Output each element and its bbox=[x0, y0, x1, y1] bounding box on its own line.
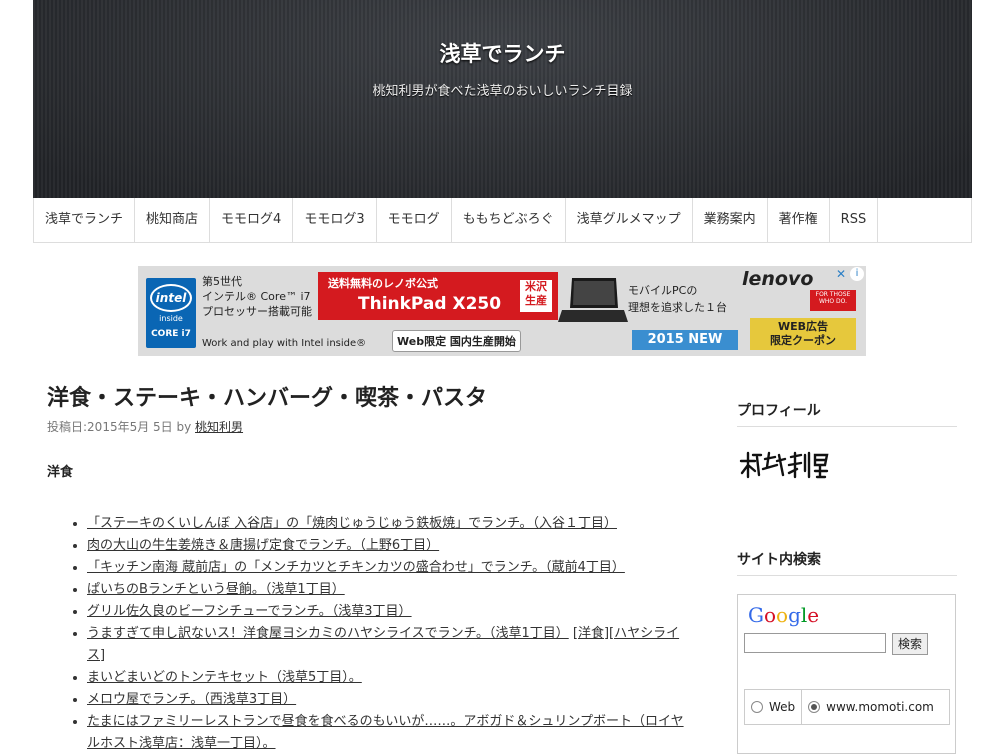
list-item: まいどまいどのトンテキセット（浅草5丁目）。 bbox=[87, 667, 687, 689]
nav-item-copyright[interactable]: 著作権 bbox=[768, 198, 830, 242]
post-meta: 投稿日:2015年5月 5日 by 桃知利男 bbox=[47, 418, 687, 435]
entry-link[interactable]: 肉の大山の牛生姜焼き＆唐揚げ定食でランチ。（上野6丁目） bbox=[87, 538, 439, 553]
post-title: 洋食・ステーキ・ハンバーグ・喫茶・パスタ bbox=[47, 386, 488, 411]
entry-link[interactable]: うますぎて申し訳ないス！洋食屋ヨシカミのハヤシライスでランチ。（浅草1丁目） bbox=[87, 626, 569, 641]
search-input[interactable] bbox=[744, 633, 886, 653]
intel-line2: インテル® Core™ i7 bbox=[202, 290, 311, 303]
radio-site-label: www.momoti.com bbox=[826, 700, 934, 714]
radio-web[interactable] bbox=[751, 701, 763, 713]
page: 浅草でランチ 桃知利男が食べた浅草のおいしいランチ目録 浅草でランチ 桃知商店 … bbox=[33, 0, 972, 243]
mobile-pc-text: モバイルPCの 理想を追求した１台 bbox=[628, 282, 727, 316]
nav-item-shop[interactable]: 桃知商店 bbox=[135, 198, 211, 242]
mobile-line2: 理想を追求した１台 bbox=[628, 301, 727, 314]
list-item: うますぎて申し訳ないス！洋食屋ヨシカミのハヤシライスでランチ。（浅草1丁目） [… bbox=[87, 623, 687, 667]
intel-logo: intel bbox=[150, 284, 192, 312]
nav-item-momochi-doblog[interactable]: ももちどぶろぐ bbox=[452, 198, 566, 242]
adchoices-icon[interactable]: i bbox=[850, 267, 864, 281]
new-2015-label: 2015 NEW bbox=[632, 330, 738, 350]
entry-link[interactable]: 「キッチン南海 蔵前店」の「メンチカツとチキンカツの盛合わせ」でランチ。（蔵前4… bbox=[87, 560, 625, 575]
entry-link[interactable]: まいどまいどのトンテキセット（浅草5丁目）。 bbox=[87, 670, 362, 685]
nav-item-momolog3[interactable]: モモログ3 bbox=[293, 198, 377, 242]
list-item: ぱいちのBランチという昼餉。（浅草1丁目） bbox=[87, 579, 687, 601]
search-scope: Web www.momoti.com bbox=[744, 689, 950, 725]
entry-link[interactable]: たまにはファミリーレストランで昼食を食べるのもいいが……。アボガド＆シュリンプボ… bbox=[87, 714, 684, 751]
intel-core: CORE i7 bbox=[151, 329, 191, 339]
entry-link[interactable]: 「ステーキのくいしんぼ 入谷店」の「焼肉じゅうじゅう鉄板焼」でランチ。（入谷１丁… bbox=[87, 516, 617, 531]
search-widget: サイト内検索 Google 検索 Web www.momoti.com bbox=[737, 549, 957, 754]
nav-item-lunch[interactable]: 浅草でランチ bbox=[34, 198, 136, 242]
red-line2: ThinkPad X250 bbox=[358, 294, 502, 314]
intel-line1: 第5世代 bbox=[202, 275, 242, 288]
lenovo-logo: lenovo bbox=[742, 268, 814, 290]
entry-link[interactable]: グリル佐久良のビーフシチューでランチ。（浅草3丁目） bbox=[87, 604, 412, 619]
list-item: グリル佐久良のビーフシチューでランチ。（浅草3丁目） bbox=[87, 601, 687, 623]
web-coupon-label: WEB広告 限定クーポン bbox=[750, 318, 856, 350]
ad-close-icon[interactable]: ✕ bbox=[834, 267, 848, 281]
profile-title: プロフィール bbox=[737, 400, 957, 427]
search-button[interactable]: 検索 bbox=[892, 633, 929, 655]
site-title[interactable]: 浅草でランチ bbox=[33, 0, 972, 68]
nav-item-momolog4[interactable]: モモログ4 bbox=[210, 198, 294, 242]
nav-item-momolog[interactable]: モモログ bbox=[377, 198, 452, 242]
intel-line3: プロセッサー搭載可能 bbox=[202, 305, 312, 318]
google-search-box: Google 検索 Web www.momoti.com bbox=[737, 594, 956, 754]
lenovo-ad-banner[interactable]: intel inside CORE i7 第5世代 インテル® Core™ i7… bbox=[138, 266, 866, 356]
yonezawa-seal: 米沢生産 bbox=[520, 280, 552, 312]
coupon-line1: WEB広告 bbox=[777, 320, 829, 333]
coupon-line2: 限定クーポン bbox=[770, 334, 836, 347]
radio-web-label: Web bbox=[769, 700, 796, 714]
radio-web-option[interactable]: Web bbox=[745, 690, 801, 724]
intel-badge: intel inside CORE i7 bbox=[146, 278, 196, 348]
intel-inside: inside bbox=[159, 314, 183, 323]
mobile-line1: モバイルPCの bbox=[628, 284, 698, 297]
main-nav: 浅草でランチ 桃知商店 モモログ4 モモログ3 モモログ ももちどぶろぐ 浅草グ… bbox=[33, 198, 972, 243]
list-item: 肉の大山の牛生姜焼き＆唐揚げ定食でランチ。（上野6丁目） bbox=[87, 535, 687, 557]
laptop-icon bbox=[558, 278, 628, 322]
nav-item-gourmet-map[interactable]: 浅草グルメマップ bbox=[566, 198, 693, 242]
red-line1: 送料無料のレノボ公式 bbox=[328, 277, 438, 290]
site-header: 浅草でランチ 桃知利男が食べた浅草のおいしいランチ目録 bbox=[33, 0, 972, 198]
list-item: たまにはファミリーレストランで昼食を食べるのもいいが……。アボガド＆シュリンプボ… bbox=[87, 711, 687, 755]
radio-site[interactable] bbox=[808, 701, 821, 713]
for-those-who-do: FOR THOSE WHO DO. bbox=[810, 290, 856, 311]
entry-list: 「ステーキのくいしんぼ 入谷店」の「焼肉じゅうじゅう鉄板焼」でランチ。（入谷１丁… bbox=[47, 513, 687, 755]
author-signature-image bbox=[739, 451, 829, 479]
entry-link[interactable]: ぱいちのBランチという昼餉。（浅草1丁目） bbox=[87, 582, 345, 597]
web-only-label: Web限定 国内生産開始 bbox=[392, 330, 521, 352]
post-author-link[interactable]: 桃知利男 bbox=[195, 420, 243, 434]
section-heading: 洋食 bbox=[47, 465, 74, 480]
list-item: 「ステーキのくいしんぼ 入谷店」の「焼肉じゅうじゅう鉄板焼」でランチ。（入谷１丁… bbox=[87, 513, 687, 535]
search-title: サイト内検索 bbox=[737, 549, 957, 576]
post-date: 投稿日:2015年5月 5日 by bbox=[47, 420, 196, 434]
site-description: 桃知利男が食べた浅草のおいしいランチ目録 bbox=[372, 84, 633, 99]
nav-item-rss[interactable]: RSS bbox=[830, 198, 879, 242]
sidebar: プロフィール サイト内検索 Google 検索 Web www.momoti.c… bbox=[737, 400, 957, 754]
nav-item-business[interactable]: 業務案内 bbox=[693, 198, 768, 242]
list-item: 「キッチン南海 蔵前店」の「メンチカツとチキンカツの盛合わせ」でランチ。（蔵前4… bbox=[87, 557, 687, 579]
work-play-text: Work and play with Intel inside® bbox=[202, 338, 367, 349]
list-item: メロウ屋でランチ。（西浅草3丁目） bbox=[87, 689, 687, 711]
google-logo: Google bbox=[748, 603, 820, 627]
entry-link[interactable]: メロウ屋でランチ。（西浅草3丁目） bbox=[87, 692, 296, 707]
intel-text: 第5世代 インテル® Core™ i7 プロセッサー搭載可能 bbox=[202, 274, 312, 319]
main-content: 洋食・ステーキ・ハンバーグ・喫茶・パスタ 投稿日:2015年5月 5日 by 桃… bbox=[47, 380, 687, 755]
radio-site-option[interactable]: www.momoti.com bbox=[801, 690, 940, 724]
